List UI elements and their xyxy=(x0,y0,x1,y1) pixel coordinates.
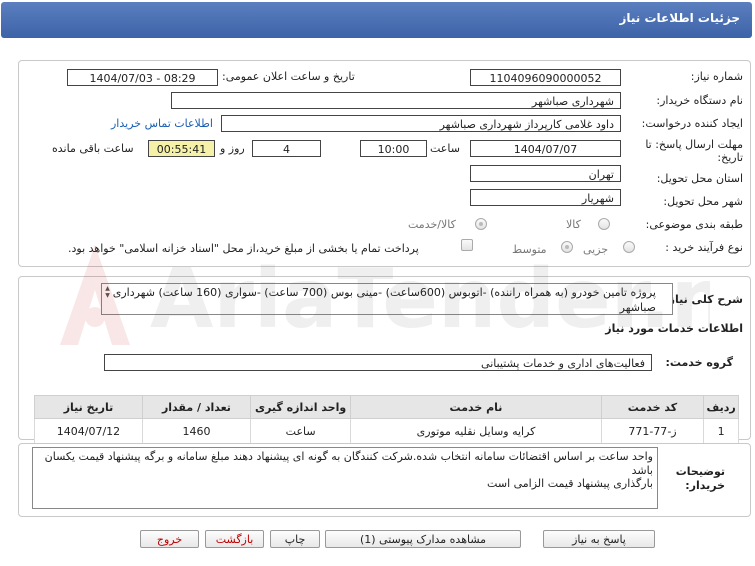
col-row: ردیف xyxy=(703,395,739,419)
process-medium-radio[interactable] xyxy=(561,241,573,253)
col-unit: واحد اندازه گیری xyxy=(249,395,352,419)
col-date: تاریخ نیاز xyxy=(34,395,143,419)
page-header: جزئیات اطلاعات نیاز xyxy=(1,2,752,38)
service-group-label: گروه خدمت: xyxy=(665,356,733,369)
services-table-header: ردیف کد خدمت نام خدمت واحد اندازه گیری ت… xyxy=(34,395,739,419)
deadline-time-label: ساعت xyxy=(430,142,460,155)
description-textarea[interactable]: پروژه تامین خودرو (به همراه راننده) -اتو… xyxy=(101,283,673,315)
remaining-label: ساعت باقی مانده xyxy=(52,142,134,155)
service-group-field: فعالیت‌های اداری و خدمات پشتیبانی xyxy=(104,354,652,371)
category-goods-radio[interactable] xyxy=(598,218,610,230)
creator-field: داود غلامی کارپرداز شهرداری صباشهر xyxy=(221,115,621,132)
cell-date: 1404/07/12 xyxy=(34,418,143,444)
province-label: استان محل تحویل: xyxy=(656,172,743,185)
table-row: 1 ز-77-771 کرایه وسایل نقلیه موتوری ساعت… xyxy=(34,418,739,444)
buyer-org-label: نام دستگاه خریدار: xyxy=(656,94,743,107)
deadline-date-field: 1404/07/07 xyxy=(470,140,621,157)
treasury-checkbox[interactable] xyxy=(461,239,473,251)
creator-label: ایجاد کننده درخواست: xyxy=(641,117,743,130)
services-table: ردیف کد خدمت نام خدمت واحد اندازه گیری ت… xyxy=(34,395,739,444)
days-field: 4 xyxy=(252,140,321,157)
category-option-goods-label: کالا xyxy=(566,218,581,231)
description-scroll-arrows[interactable]: ▲ ▼ xyxy=(103,285,112,299)
page-title: جزئیات اطلاعات نیاز xyxy=(619,11,740,25)
cell-row: 1 xyxy=(703,418,739,444)
cell-name: کرایه وسایل نقلیه موتوری xyxy=(350,418,602,444)
services-section-title: اطلاعات خدمات مورد نیاز xyxy=(605,322,743,335)
col-qty: تعداد / مقدار xyxy=(141,395,251,419)
deadline-time-field: 10:00 xyxy=(360,140,427,157)
attachments-button[interactable]: مشاهده مدارک پیوستی (1) xyxy=(325,530,521,548)
category-label: طبقه بندی موضوعی: xyxy=(645,218,743,231)
remaining-time-field: 00:55:41 xyxy=(148,140,215,157)
process-option-minor-label: جزیی xyxy=(583,243,609,256)
buyer-notes-line-2: بارگذاری پیشنهاد قیمت الزامی است xyxy=(487,477,653,490)
city-field: شهریار xyxy=(470,189,621,206)
treasury-note: پرداخت تمام یا بخشی از مبلغ خرید،از محل … xyxy=(68,242,419,255)
col-code: کد خدمت xyxy=(600,395,705,419)
description-label: شرح کلی نیاز: xyxy=(664,293,743,306)
need-number-field: 1104096090000052 xyxy=(470,69,621,86)
process-label: نوع فرآیند خرید : xyxy=(665,241,743,254)
print-button[interactable]: چاپ xyxy=(270,530,320,548)
city-label: شهر محل تحویل: xyxy=(663,195,743,208)
col-name: نام خدمت xyxy=(350,395,602,419)
process-option-medium-label: متوسط xyxy=(512,243,547,256)
deadline-label-date: تاریخ: xyxy=(717,151,743,164)
back-button[interactable]: بازگشت xyxy=(205,530,264,548)
announce-label: تاریخ و ساعت اعلان عمومی: xyxy=(222,70,355,83)
cell-qty: 1460 xyxy=(141,418,251,444)
exit-button[interactable]: خروج xyxy=(140,530,199,548)
province-field: تهران xyxy=(470,165,621,182)
announce-field: 1404/07/03 - 08:29 xyxy=(67,69,218,86)
category-goods-service-radio[interactable] xyxy=(475,218,487,230)
deadline-label: مهلت ارسال پاسخ: تا xyxy=(645,138,743,151)
cell-unit: ساعت xyxy=(249,418,352,444)
buyer-notes-label: توضیحات xyxy=(675,465,725,478)
buyer-notes-line-1: واحد ساعت بر اساس اقتضائات سامانه انتخاب… xyxy=(44,450,653,477)
description-text: پروژه تامین خودرو (به همراه راننده) -اتو… xyxy=(112,286,656,314)
days-label: روز و xyxy=(220,142,245,155)
category-option-goods-service-label: کالا/خدمت xyxy=(408,218,456,231)
buyer-notes-label-2: خریدار: xyxy=(685,479,725,492)
process-minor-radio[interactable] xyxy=(623,241,635,253)
buyer-notes-textarea[interactable]: واحد ساعت بر اساس اقتضائات سامانه انتخاب… xyxy=(32,447,658,509)
need-number-label: شماره نیاز: xyxy=(690,70,743,83)
buyer-contact-link[interactable]: اطلاعات تماس خریدار xyxy=(111,117,213,130)
buyer-org-field: شهرداری صباشهر xyxy=(171,92,621,109)
cell-code: ز-77-771 xyxy=(600,418,705,444)
reply-button[interactable]: پاسخ به نیاز xyxy=(543,530,655,548)
